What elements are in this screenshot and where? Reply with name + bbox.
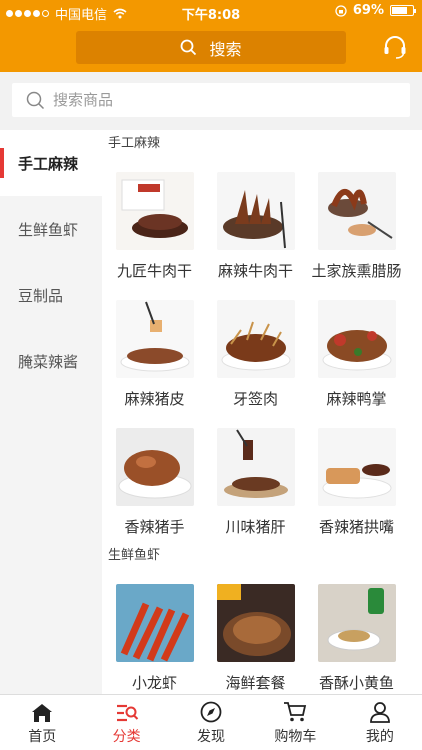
sidebar-item-fresh-seafood[interactable]: 生鲜鱼虾 bbox=[0, 196, 102, 262]
tab-category[interactable]: 分类 bbox=[84, 695, 168, 750]
tab-label: 我的 bbox=[365, 729, 394, 745]
product-grid: 小龙虾 海鲜套餐 香酥小黄鱼 bbox=[102, 570, 422, 695]
product-image bbox=[115, 584, 194, 662]
product-list: 手工麻辣 九匠牛肉干 麻辣牛肉干 土家族熏腊肠 麻辣猪皮 牙签肉 麻辣鸭掌 香辣… bbox=[102, 130, 422, 695]
search-input-box[interactable] bbox=[12, 83, 410, 117]
battery-icon bbox=[390, 5, 416, 16]
section-title: 手工麻辣 bbox=[108, 136, 161, 151]
product-name: 香辣猪手 bbox=[124, 518, 185, 536]
product-item[interactable]: 香辣猪拱嘴 bbox=[306, 414, 407, 542]
status-right: 69% bbox=[335, 3, 416, 18]
product-item[interactable]: 九匠牛肉干 bbox=[104, 158, 205, 286]
product-name: 川味猪肝 bbox=[225, 518, 286, 536]
product-name: 海鲜套餐 bbox=[225, 674, 286, 692]
sidebar-item-label: 豆制品 bbox=[18, 286, 64, 305]
tab-label: 首页 bbox=[28, 729, 57, 745]
status-bar: 中国电信 下午8:08 69% bbox=[0, 0, 422, 24]
product-name: 土家族熏腊肠 bbox=[311, 262, 402, 280]
rotation-lock-icon bbox=[335, 4, 347, 17]
search-input[interactable] bbox=[51, 90, 395, 110]
sidebar-item-tofu-products[interactable]: 豆制品 bbox=[0, 262, 102, 328]
product-item[interactable]: 香酥小黄鱼 bbox=[306, 570, 407, 695]
product-name: 麻辣牛肉干 bbox=[217, 262, 293, 280]
tab-label: 分类 bbox=[112, 729, 141, 745]
product-item[interactable]: 小龙虾 bbox=[104, 570, 205, 695]
tab-bar: 首页 分类 发现 购物车 我的 bbox=[0, 694, 422, 750]
product-name: 麻辣猪皮 bbox=[124, 390, 185, 408]
product-name: 香辣猪拱嘴 bbox=[318, 518, 394, 536]
tab-label: 购物车 bbox=[274, 729, 317, 745]
product-name: 香酥小黄鱼 bbox=[318, 674, 394, 692]
product-item[interactable]: 川味猪肝 bbox=[205, 414, 306, 542]
product-item[interactable]: 海鲜套餐 bbox=[205, 570, 306, 695]
sidebar-item-handmade-spicy[interactable]: 手工麻辣 bbox=[0, 130, 102, 196]
search-icon bbox=[181, 39, 197, 56]
product-name: 小龙虾 bbox=[131, 674, 177, 692]
headset-icon bbox=[384, 36, 406, 59]
search-icon bbox=[26, 91, 45, 109]
category-icon bbox=[116, 704, 138, 722]
product-name: 九匠牛肉干 bbox=[116, 262, 192, 280]
sidebar-item-label: 手工麻辣 bbox=[18, 154, 79, 173]
product-image bbox=[317, 584, 396, 662]
product-image bbox=[115, 172, 194, 250]
product-image bbox=[317, 172, 396, 250]
product-item[interactable]: 麻辣猪皮 bbox=[104, 286, 205, 414]
product-item[interactable]: 麻辣鸭掌 bbox=[306, 286, 407, 414]
product-grid: 九匠牛肉干 麻辣牛肉干 土家族熏腊肠 麻辣猪皮 牙签肉 麻辣鸭掌 香辣猪手 川味… bbox=[102, 158, 422, 542]
tab-home[interactable]: 首页 bbox=[0, 695, 84, 750]
product-item[interactable]: 香辣猪手 bbox=[104, 414, 205, 542]
tab-cart[interactable]: 购物车 bbox=[253, 695, 337, 750]
product-image bbox=[216, 172, 295, 250]
category-sidebar: 手工麻辣 生鲜鱼虾 豆制品 腌菜辣酱 bbox=[0, 130, 102, 695]
sidebar-item-pickles-sauces[interactable]: 腌菜辣酱 bbox=[0, 328, 102, 394]
tab-discover[interactable]: 发现 bbox=[169, 695, 253, 750]
product-name: 牙签肉 bbox=[232, 390, 278, 408]
product-image bbox=[216, 300, 295, 378]
header: 搜索 bbox=[0, 24, 422, 72]
tab-label: 发现 bbox=[197, 729, 226, 745]
compass-icon bbox=[200, 701, 222, 723]
section-title: 生鲜鱼虾 bbox=[108, 548, 161, 563]
search-button-label: 搜索 bbox=[209, 39, 242, 59]
product-image bbox=[115, 428, 194, 506]
product-item[interactable]: 麻辣牛肉干 bbox=[205, 158, 306, 286]
sidebar-item-label: 生鲜鱼虾 bbox=[18, 220, 79, 239]
product-image bbox=[317, 428, 396, 506]
product-item[interactable]: 牙签肉 bbox=[205, 286, 306, 414]
product-image bbox=[115, 300, 194, 378]
home-icon bbox=[32, 704, 53, 722]
search-area bbox=[0, 72, 422, 130]
product-image bbox=[216, 584, 295, 662]
user-icon bbox=[369, 702, 390, 723]
product-name: 麻辣鸭掌 bbox=[326, 390, 387, 408]
search-button[interactable]: 搜索 bbox=[76, 31, 346, 64]
customer-service-button[interactable] bbox=[382, 34, 408, 64]
product-item[interactable]: 土家族熏腊肠 bbox=[306, 158, 407, 286]
product-image bbox=[216, 428, 295, 506]
battery-percent: 69% bbox=[352, 3, 384, 18]
tab-mine[interactable]: 我的 bbox=[338, 695, 422, 750]
sidebar-item-label: 腌菜辣酱 bbox=[18, 352, 79, 371]
product-image bbox=[317, 300, 396, 378]
cart-icon bbox=[284, 702, 307, 722]
